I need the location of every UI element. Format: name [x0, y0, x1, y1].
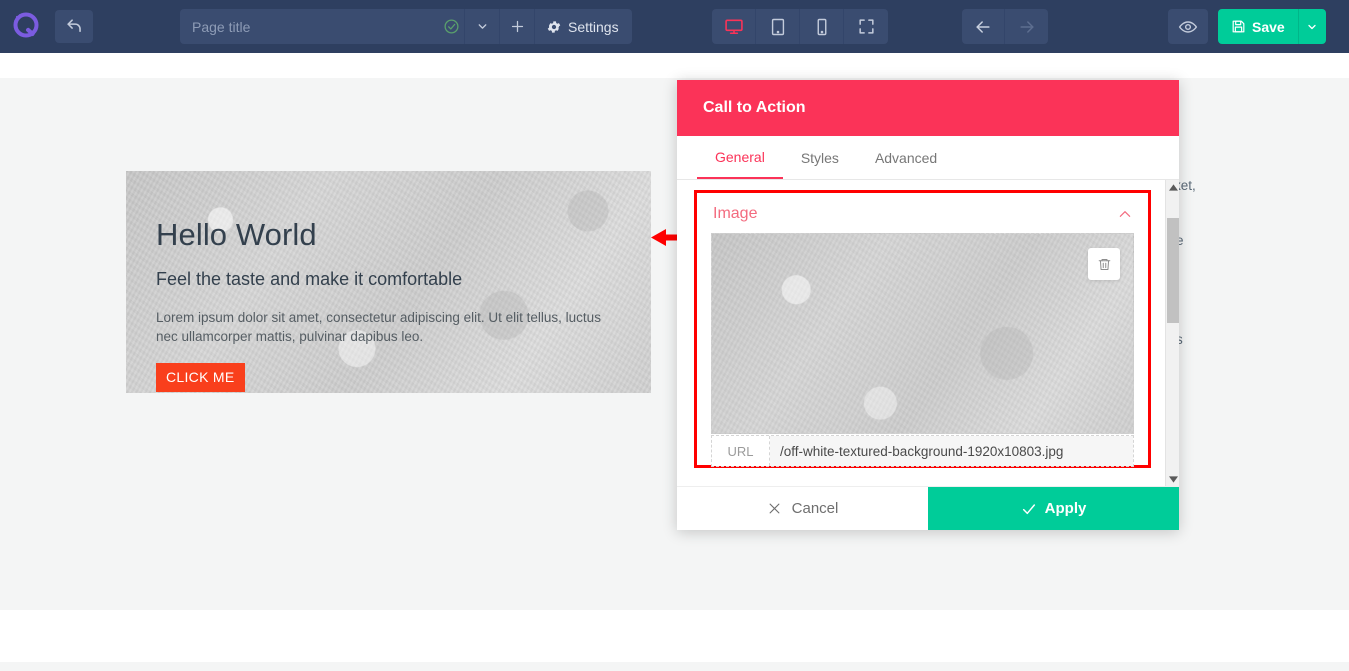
quix-logo[interactable] — [10, 9, 44, 43]
image-url-row: URL — [711, 435, 1134, 467]
arrow-left-icon — [973, 17, 993, 37]
modal-header: Call to Action — [677, 80, 1179, 136]
scrollbar-thumb[interactable] — [1167, 218, 1179, 323]
tablet-icon — [768, 17, 788, 37]
preview-button[interactable] — [1168, 9, 1208, 44]
canvas-footer-strip — [0, 662, 1349, 671]
trash-icon — [1097, 257, 1112, 272]
hero-subheading: Feel the taste and make it comfortable — [156, 269, 651, 290]
add-page-button[interactable] — [499, 9, 534, 44]
url-label: URL — [712, 436, 770, 466]
scroll-up-button[interactable] — [1166, 180, 1179, 194]
nav-forward-button[interactable] — [1005, 9, 1048, 44]
eye-icon — [1178, 17, 1198, 37]
mobile-view-button[interactable] — [800, 9, 844, 44]
desktop-view-button[interactable] — [712, 9, 756, 44]
apply-button[interactable]: Apply — [928, 487, 1179, 530]
device-preview-group — [712, 9, 888, 44]
tab-general[interactable]: General — [697, 136, 783, 179]
page-title-input[interactable] — [180, 9, 438, 44]
fullscreen-icon — [857, 17, 876, 36]
canvas-top-gutter — [0, 53, 1349, 78]
modal-footer: Cancel Apply — [677, 486, 1179, 530]
call-to-action-block[interactable]: Hello World Feel the taste and make it c… — [126, 171, 651, 393]
desktop-icon — [724, 17, 744, 37]
gear-icon — [546, 19, 562, 35]
save-button[interactable]: Save — [1218, 9, 1298, 44]
image-url-input[interactable] — [770, 436, 1133, 466]
nav-back-button[interactable] — [962, 9, 1005, 44]
canvas-bottom-section — [0, 610, 1349, 662]
undo-icon — [65, 17, 84, 36]
scroll-down-button[interactable] — [1166, 472, 1179, 486]
modal-scrollbar[interactable] — [1165, 180, 1179, 486]
history-nav-group — [962, 9, 1048, 44]
mobile-icon — [812, 17, 832, 37]
settings-button[interactable]: Settings — [534, 9, 632, 44]
page-select-dropdown[interactable] — [464, 9, 499, 44]
modal-body: Image — [677, 180, 1179, 486]
modal-title: Call to Action — [703, 99, 806, 117]
undo-button[interactable] — [55, 10, 93, 43]
image-preview[interactable] — [711, 233, 1134, 434]
hero-cta-button[interactable]: CLICK ME — [156, 363, 245, 392]
image-section-header[interactable]: Image — [697, 193, 1148, 231]
chevron-up-icon[interactable] — [1118, 209, 1132, 219]
chevron-down-icon — [1306, 21, 1318, 33]
image-section-highlight: Image — [694, 190, 1151, 468]
close-icon — [767, 501, 782, 516]
call-to-action-settings-modal: Call to Action General Styles Advanced I… — [677, 80, 1179, 530]
save-dropdown-button[interactable] — [1298, 9, 1326, 44]
triangle-up-icon — [1169, 184, 1178, 191]
hero-heading: Hello World — [156, 218, 651, 252]
check-icon — [1021, 501, 1037, 517]
arrow-right-icon — [1017, 17, 1037, 37]
page-title-status — [438, 9, 464, 44]
save-label: Save — [1252, 19, 1285, 35]
save-button-group: Save — [1218, 9, 1326, 44]
apply-label: Apply — [1045, 500, 1087, 517]
delete-image-button[interactable] — [1088, 248, 1120, 280]
tab-advanced[interactable]: Advanced — [857, 136, 955, 179]
triangle-down-icon — [1169, 476, 1178, 483]
floppy-disk-icon — [1231, 19, 1246, 34]
page-title-group: Settings — [180, 9, 632, 44]
cancel-label: Cancel — [792, 500, 839, 517]
check-circle-icon — [443, 18, 460, 35]
plus-icon — [509, 18, 526, 35]
tab-styles[interactable]: Styles — [783, 136, 857, 179]
settings-label: Settings — [568, 19, 619, 35]
fullscreen-view-button[interactable] — [844, 9, 888, 44]
top-toolbar: Settings — [0, 0, 1349, 53]
hero-body-text: Lorem ipsum dolor sit amet, consectetur … — [156, 308, 626, 346]
image-section-title: Image — [713, 205, 757, 223]
tablet-view-button[interactable] — [756, 9, 800, 44]
modal-tab-bar: General Styles Advanced — [677, 136, 1179, 180]
chevron-down-icon — [476, 20, 489, 33]
cancel-button[interactable]: Cancel — [677, 487, 928, 530]
